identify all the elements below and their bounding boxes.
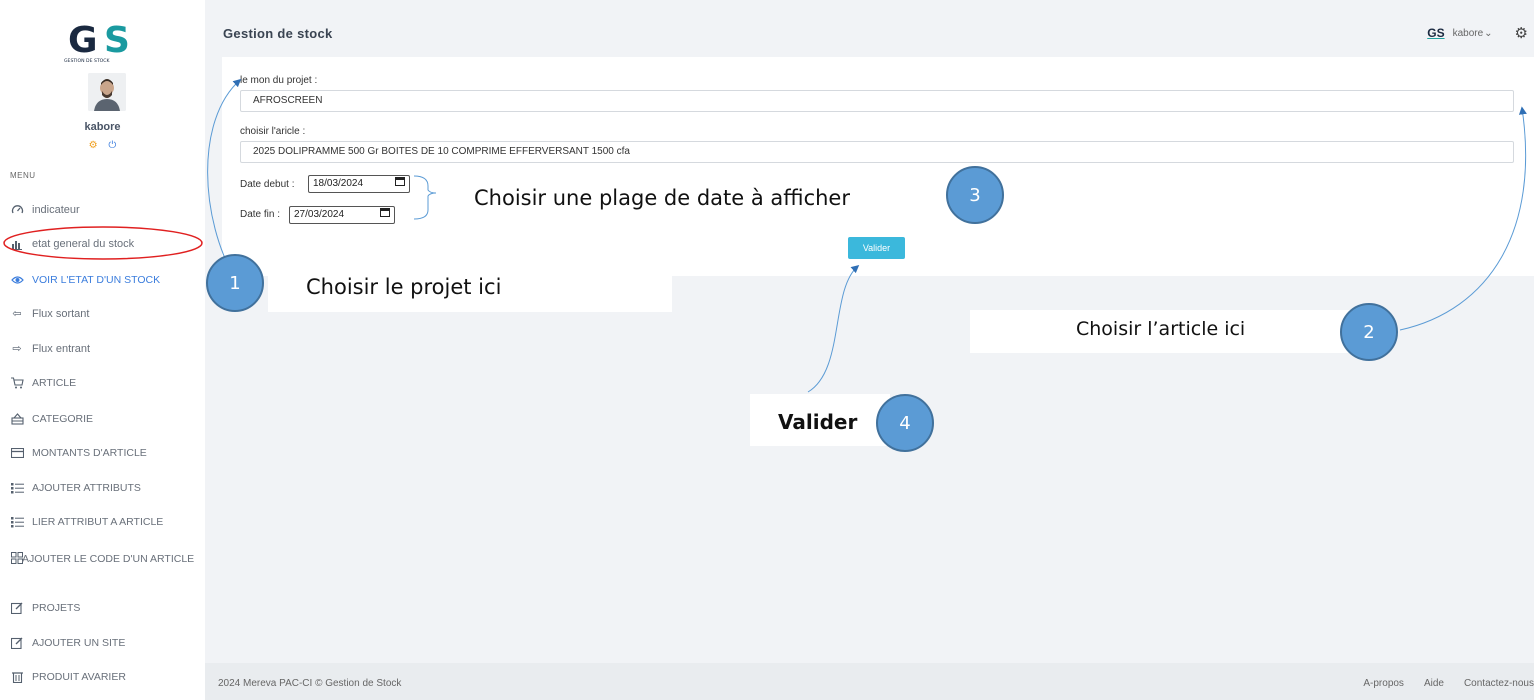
footer-copyright: 2024 Mereva PAC-CI © Gestion de Stock [218, 678, 402, 689]
dashboard-icon [10, 203, 24, 217]
sidebar-item-flux-entrant[interactable]: ⇨ Flux entrant [10, 342, 205, 356]
svg-text:S: S [104, 20, 130, 61]
arrow-right-icon: ⇨ [12, 343, 22, 355]
project-label: le mon du projet : [240, 75, 318, 86]
sidebar-item-ajouter-code[interactable]: AJOUTER LE CODE D'UN ARTICLE [10, 551, 195, 567]
sidebar-item-label: PROJETS [32, 602, 81, 614]
sidebar-item-projets[interactable]: PROJETS [10, 601, 205, 615]
sidebar-item-label: LIER ATTRIBUT A ARTICLE [32, 516, 164, 528]
user-menu[interactable]: GS kabore ⌄ ⚙ [1427, 24, 1528, 42]
sidebar-item-label: AJOUTER UN SITE [32, 637, 126, 649]
user-actions: ⚙ ⏻ [0, 140, 205, 151]
power-icon[interactable]: ⏻ [108, 140, 116, 151]
sidebar: G S GESTION DE STOCK kabore ⚙ ⏻ MENU ind… [0, 0, 205, 700]
sidebar-username: kabore [84, 121, 121, 133]
edit-icon [10, 636, 24, 650]
sidebar-item-label: AJOUTER ATTRIBUTS [32, 482, 141, 494]
date-debut-label: Date debut : [240, 179, 295, 190]
logo-subtext: GESTION DE STOCK [64, 58, 110, 64]
sidebar-item-label: etat general du stock [32, 238, 135, 250]
step-3-badge: 3 [946, 166, 1004, 224]
gear-icon[interactable]: ⚙ [89, 140, 98, 151]
category-icon [10, 412, 24, 426]
step-4-badge: 4 [876, 394, 934, 452]
annotation-text-2: Choisir l’article ici [1076, 318, 1246, 340]
sidebar-item-label: CATEGORIE [32, 413, 94, 425]
svg-text:G: G [68, 20, 98, 61]
avatar[interactable] [88, 73, 126, 111]
footer: 2024 Mereva PAC-CI © Gestion de Stock A-… [205, 663, 1534, 700]
arrow-left-icon: ⇦ [12, 308, 22, 320]
bar-chart-icon [10, 237, 24, 251]
sidebar-item-flux-sortant[interactable]: ⇦ Flux sortant [10, 307, 205, 321]
settings-gear-icon[interactable]: ⚙ [1515, 24, 1528, 42]
list-icon [10, 481, 24, 495]
edit-icon [10, 601, 24, 615]
trash-icon [10, 670, 24, 684]
step-1-badge: 1 [206, 254, 264, 312]
date-debut-input[interactable]: 18/03/2024 [308, 175, 410, 193]
app-logo[interactable]: G S GESTION DE STOCK [62, 18, 144, 64]
calendar-icon[interactable] [395, 176, 405, 192]
sidebar-item-montants[interactable]: MONTANTS D'ARTICLE [10, 446, 205, 460]
eye-icon [10, 273, 24, 287]
sidebar-item-label: AJOUTER LE CODE D'UN ARTICLE [22, 553, 195, 565]
sidebar-item-label: MONTANTS D'ARTICLE [32, 447, 147, 459]
calendar-icon[interactable] [380, 207, 390, 223]
app-logo-small: GS [1427, 26, 1445, 40]
sidebar-item-label: ARTICLE [32, 377, 77, 389]
annotation-text-3: Choisir une plage de date à afficher [474, 186, 850, 210]
footer-links: A-propos Aide Contactez-nous [1363, 678, 1534, 689]
annotation-text-4: Valider [778, 410, 858, 434]
sidebar-item-lier-attribut[interactable]: LIER ATTRIBUT A ARTICLE [10, 515, 205, 529]
footer-link-aide[interactable]: Aide [1424, 678, 1444, 689]
list-icon [10, 515, 24, 529]
cart-icon [10, 376, 24, 390]
sidebar-item-ajouter-attributs[interactable]: AJOUTER ATTRIBUTS [10, 481, 205, 495]
topbar: Gestion de stock GS kabore ⌄ ⚙ [205, 0, 1534, 60]
date-fin-value: 27/03/2024 [294, 209, 345, 220]
sidebar-item-label: indicateur [32, 204, 80, 216]
step-2-badge: 2 [1340, 303, 1398, 361]
page-title: Gestion de stock [223, 26, 333, 41]
sidebar-item-voir-etat[interactable]: VOIR L'ETAT D'UN STOCK [10, 273, 205, 287]
sidebar-item-label: Flux sortant [32, 308, 90, 320]
sidebar-item-produit-avarier[interactable]: PRODUIT AVARIER [10, 670, 205, 684]
sidebar-item-ajouter-site[interactable]: AJOUTER UN SITE [10, 636, 205, 650]
user-name[interactable]: kabore [1453, 28, 1484, 39]
annotation-text-1: Choisir le projet ici [306, 275, 502, 299]
sidebar-item-article[interactable]: ARTICLE [10, 376, 205, 390]
sidebar-item-label: PRODUIT AVARIER [32, 671, 126, 683]
sidebar-item-etat-general[interactable]: etat general du stock [10, 237, 205, 251]
sidebar-item-label: Flux entrant [32, 343, 91, 355]
chevron-down-icon[interactable]: ⌄ [1484, 28, 1492, 39]
sidebar-item-indicateur[interactable]: indicateur [10, 203, 205, 217]
valider-button[interactable]: Valider [848, 237, 905, 259]
article-label: choisir l'aricle : [240, 126, 306, 137]
project-select[interactable]: AFROSCREEN [240, 90, 1514, 112]
sidebar-item-label: VOIR L'ETAT D'UN STOCK [32, 274, 161, 286]
sidebar-item-categorie[interactable]: CATEGORIE [10, 412, 205, 426]
article-select[interactable]: 2025 DOLIPRAMME 500 Gr BOITES DE 10 COMP… [240, 141, 1514, 163]
date-fin-label: Date fin : [240, 209, 281, 220]
footer-link-apropos[interactable]: A-propos [1363, 678, 1404, 689]
menu-title: MENU [10, 171, 36, 180]
date-fin-input[interactable]: 27/03/2024 [289, 206, 395, 224]
credit-card-icon [10, 446, 24, 460]
date-debut-value: 18/03/2024 [313, 178, 364, 189]
footer-link-contact[interactable]: Contactez-nous [1464, 678, 1534, 689]
